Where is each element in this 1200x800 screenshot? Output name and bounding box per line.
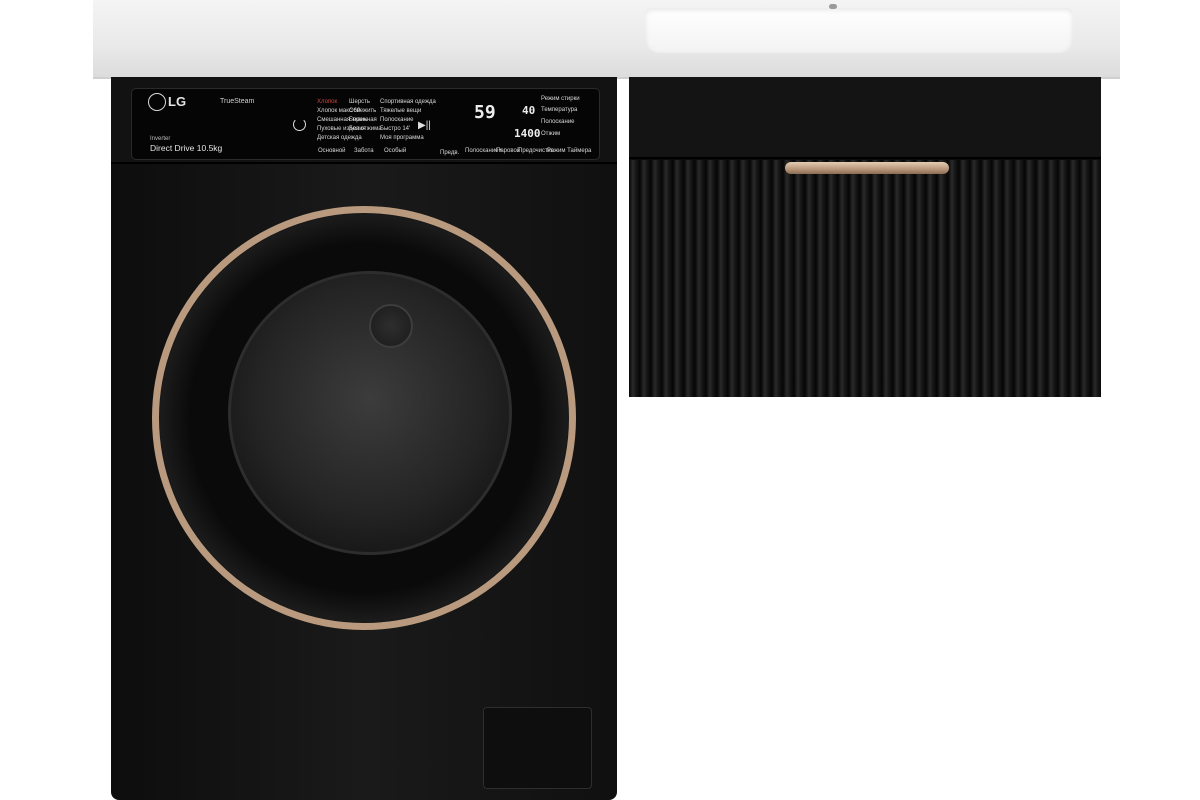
- bottom-option-label[interactable]: Паровой: [496, 148, 520, 154]
- program-item[interactable]: Шерсть: [349, 99, 370, 105]
- brand-label: LG: [168, 94, 187, 109]
- display-temperature: 40: [522, 104, 536, 117]
- option-label[interactable]: Отжим: [541, 131, 560, 137]
- option-label[interactable]: Температура: [541, 107, 577, 113]
- inverter-label: Inverter: [150, 136, 171, 142]
- category-label: Забота: [354, 148, 374, 154]
- sink-basin: [645, 8, 1073, 53]
- lg-logo-icon: [148, 93, 166, 111]
- option-label[interactable]: Режим стирки: [541, 96, 580, 102]
- program-item[interactable]: Полоскание: [380, 117, 414, 123]
- program-item[interactable]: Хлопок: [317, 99, 337, 105]
- power-icon[interactable]: [293, 118, 306, 131]
- program-item[interactable]: Детская одежда: [317, 135, 362, 141]
- display-main: 59: [474, 102, 496, 123]
- door-glass: [228, 271, 512, 555]
- program-item[interactable]: Тяжелые вещи: [380, 108, 421, 114]
- faucet-hole: [829, 4, 837, 9]
- program-item[interactable]: Моя программа: [380, 135, 424, 141]
- cabinet-top-panel: [629, 77, 1101, 159]
- filter-access-door[interactable]: [483, 707, 592, 789]
- truesteam-label: TrueSteam: [220, 98, 255, 105]
- option-label[interactable]: Полоскание: [541, 119, 575, 125]
- program-item[interactable]: Бережная: [349, 117, 377, 123]
- direct-drive-label: Direct Drive 10.5kg: [150, 143, 223, 153]
- program-item[interactable]: Спортивная одежда: [380, 99, 436, 105]
- drawer-handle[interactable]: [785, 162, 949, 174]
- program-item[interactable]: Без отжима: [349, 126, 382, 132]
- category-label: Основной: [318, 148, 346, 154]
- play-pause-icon[interactable]: ▶||: [418, 120, 431, 131]
- category-label: Особый: [384, 148, 407, 154]
- bottom-option-label[interactable]: Предв.: [440, 150, 459, 156]
- program-item[interactable]: Освежить: [349, 108, 376, 114]
- cabinet-drawer-front[interactable]: [629, 160, 1101, 397]
- program-item[interactable]: Быстро 14': [380, 126, 410, 132]
- bottom-option-label[interactable]: Режим Таймера: [547, 148, 591, 154]
- display-spin: 1400: [514, 127, 541, 140]
- drum-hub: [369, 304, 413, 348]
